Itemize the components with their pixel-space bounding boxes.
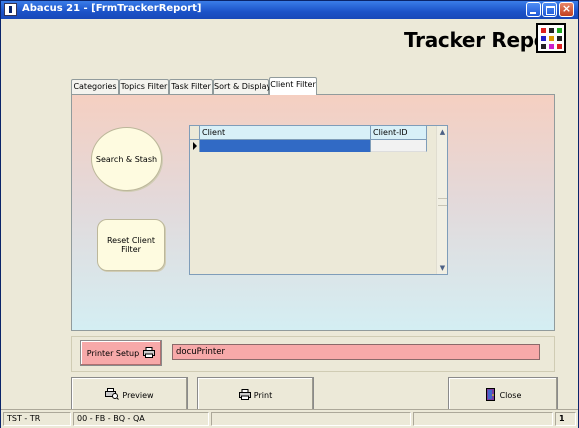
- status-pane-app: TST - TR: [3, 412, 71, 426]
- window-title: Abacus 21 - [FrmTrackerReport]: [22, 3, 202, 14]
- tab-topics-filter[interactable]: Topics Filter: [119, 79, 169, 94]
- column-header-client-id[interactable]: Client-ID: [371, 126, 427, 140]
- minimize-icon: [530, 12, 536, 14]
- title-bar[interactable]: Abacus 21 - [FrmTrackerReport] ×: [1, 1, 578, 19]
- status-bar: TST - TR 00 - FB - BQ - QA 1: [1, 409, 578, 428]
- app-icon[interactable]: [4, 3, 17, 16]
- main-window: Abacus 21 - [FrmTrackerReport] × Tracker…: [0, 0, 579, 428]
- scroll-up-icon[interactable]: ▲: [438, 127, 447, 137]
- maximize-button[interactable]: [542, 2, 557, 17]
- tab-client-filter[interactable]: Client Filter: [269, 77, 317, 95]
- printer-setup-label: Printer Setup: [86, 348, 140, 358]
- preview-button[interactable]: Preview: [71, 377, 188, 413]
- tab-sort-display[interactable]: Sort & Display: [213, 79, 271, 94]
- search-stash-button[interactable]: Search & Stash: [91, 127, 162, 191]
- row-indicator-icon: [190, 140, 200, 152]
- scroll-thumb[interactable]: [438, 198, 447, 206]
- reset-client-filter-button[interactable]: Reset Client Filter: [97, 219, 165, 271]
- maximize-icon: [546, 6, 555, 15]
- close-icon: ×: [561, 2, 572, 15]
- preview-icon: [105, 388, 120, 402]
- minimize-button[interactable]: [526, 2, 541, 17]
- grid-corner: [190, 126, 200, 140]
- close-door-icon: [485, 387, 497, 403]
- close-label: Close: [499, 390, 522, 400]
- print-button[interactable]: Print: [197, 377, 314, 413]
- printer-icon: [143, 346, 156, 360]
- grid-vertical-scrollbar[interactable]: ▲ ▼: [436, 126, 447, 274]
- column-header-client[interactable]: Client: [200, 126, 371, 140]
- close-window-button[interactable]: ×: [559, 2, 574, 17]
- printer-setup-button[interactable]: Printer Setup: [80, 340, 162, 366]
- grid-cell-client[interactable]: [200, 140, 371, 152]
- close-button[interactable]: Close: [448, 377, 558, 413]
- status-pane-3: [211, 412, 411, 426]
- print-icon: [238, 388, 251, 402]
- form-body: Tracker Report Categories Topics Filter …: [1, 19, 578, 428]
- printer-name-field[interactable]: docuPrinter: [172, 344, 540, 360]
- tab-task-filter[interactable]: Task Filter: [169, 79, 213, 94]
- tracker-logo-icon: [536, 23, 566, 53]
- scroll-down-icon[interactable]: ▼: [438, 263, 447, 273]
- tab-categories[interactable]: Categories: [71, 79, 119, 94]
- grid-cell-client-id[interactable]: [371, 140, 427, 152]
- status-pane-4: [413, 412, 553, 426]
- status-pane-codes: 00 - FB - BQ - QA: [73, 412, 209, 426]
- client-grid[interactable]: Client Client-ID ▲ ▼: [189, 125, 448, 275]
- status-pane-page: 1: [555, 412, 576, 426]
- print-label: Print: [253, 390, 273, 400]
- preview-label: Preview: [122, 390, 154, 400]
